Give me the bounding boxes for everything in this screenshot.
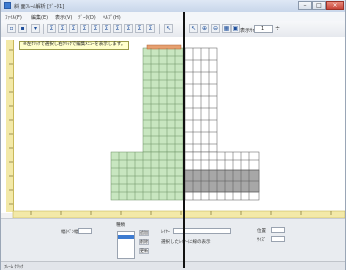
- column-upper-right: [184, 47, 218, 153]
- width-input[interactable]: [78, 228, 92, 234]
- delete-button[interactable]: 削除: [139, 239, 149, 245]
- status-bar: ﾌﾚｰﾑ ｸﾘｯｸ: [1, 261, 345, 270]
- type-label: 種類: [116, 223, 125, 228]
- base-left: [110, 151, 184, 201]
- vertical-ruler-ticks: [9, 49, 13, 205]
- add-button[interactable]: 追加: [139, 230, 149, 236]
- layer-label: ﾚｲﾔｰ: [161, 230, 170, 235]
- vertical-cursor-line: [183, 12, 185, 268]
- position-input[interactable]: [271, 227, 285, 233]
- app-window: 斜 面ﾌﾚｰﾑ解析 [ﾃﾞｰﾀ1] – □ × ﾌｧｲﾙ(F) 編集(E) 表示…: [0, 0, 346, 270]
- update-button[interactable]: 更新: [139, 248, 149, 254]
- status-text: ﾌﾚｰﾑ ｸﾘｯｸ: [4, 265, 24, 270]
- type-listbox[interactable]: [117, 231, 135, 259]
- horizontal-ruler: [12, 210, 345, 219]
- size-input[interactable]: [271, 236, 285, 242]
- layer-select[interactable]: [173, 228, 231, 234]
- column-upper: [142, 44, 184, 153]
- position-label: 位置: [257, 229, 266, 234]
- layer-option-label: 選択したﾚｲﾔｰに線の表示: [161, 240, 211, 245]
- column-top-cap: [146, 44, 182, 50]
- size-label: ｻｲｽﾞ: [257, 238, 266, 243]
- type-list-selected[interactable]: [118, 235, 134, 239]
- base-right: [184, 151, 260, 201]
- canvas-hint-message: ※左ｸﾘｯｸで選択し右ｸﾘｯｸで編集ﾒﾆｭｰを表示します。: [19, 41, 130, 50]
